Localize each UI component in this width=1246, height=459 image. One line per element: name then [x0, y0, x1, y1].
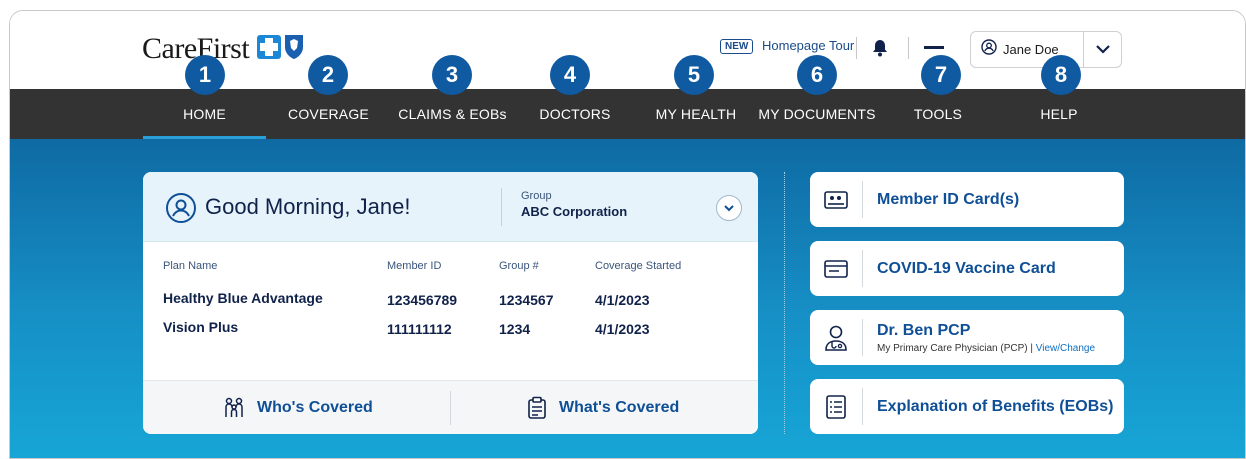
col-header-member-id: Member ID — [387, 260, 442, 272]
user-icon — [981, 39, 997, 60]
col-header-coverage-started: Coverage Started — [595, 260, 682, 272]
list-document-icon — [810, 394, 862, 419]
covid-vaccine-card-label: COVID-19 Vaccine Card — [877, 259, 1056, 277]
callout-6: 6 — [797, 55, 837, 95]
nav-doctors[interactable]: DOCTORS — [515, 89, 635, 139]
callout-2: 2 — [308, 55, 348, 95]
pcp-link[interactable]: Dr. Ben PCP My Primary Care Physician (P… — [810, 310, 1124, 365]
nav-claims-eobs[interactable]: CLAIMS & EOBs — [391, 89, 514, 139]
callout-7: 7 — [921, 55, 961, 95]
user-icon — [165, 192, 197, 229]
chevron-down-icon[interactable] — [716, 195, 742, 221]
member-id-cell: 111111112 — [387, 321, 452, 337]
pcp-name: Dr. Ben PCP — [877, 321, 971, 339]
family-icon — [225, 397, 243, 417]
eob-label: Explanation of Benefits (EOBs) — [877, 397, 1114, 415]
divider — [862, 319, 863, 356]
whos-covered-label: Who's Covered — [257, 399, 373, 416]
user-name: Jane Doe — [1003, 42, 1059, 57]
plan-name-cell: Healthy Blue Advantage — [163, 290, 323, 306]
nav-home[interactable]: HOME — [143, 89, 266, 139]
nav-my-documents[interactable]: MY DOCUMENTS — [757, 89, 877, 139]
callout-4: 4 — [550, 55, 590, 95]
carefirst-logo[interactable]: CareFirst — [142, 29, 307, 69]
card-footer: Who's Covered What's Covered — [143, 380, 758, 434]
dashboard-main: Good Morning, Jane! Group ABC Corporatio… — [10, 139, 1245, 458]
divider — [862, 181, 863, 218]
main-nav: HOME COVERAGE CLAIMS & EOBs DOCTORS MY H… — [10, 89, 1245, 139]
divider — [856, 37, 857, 59]
nav-coverage[interactable]: COVERAGE — [267, 89, 390, 139]
divider — [862, 250, 863, 287]
nav-my-health[interactable]: MY HEALTH — [636, 89, 756, 139]
browser-frame: CareFirst NEW Homepage Tour Jane Doe 1 2… — [9, 10, 1246, 459]
col-header-plan-name: Plan Name — [163, 260, 218, 272]
group-number-cell: 1234 — [499, 321, 531, 337]
card-icon — [810, 259, 862, 278]
pcp-subtitle: My Primary Care Physician (PCP) | View/C… — [877, 343, 1095, 354]
whats-covered-label: What's Covered — [559, 399, 680, 416]
bell-icon[interactable] — [872, 39, 888, 62]
chevron-down-icon[interactable] — [1083, 32, 1121, 67]
blue-cross-shield-icon — [255, 32, 307, 67]
divider — [908, 37, 909, 59]
nav-help[interactable]: HELP — [999, 89, 1119, 139]
member-id-card-link[interactable]: Member ID Card(s) — [810, 172, 1124, 227]
divider — [450, 391, 451, 425]
coverage-start-cell: 4/1/2023 — [595, 292, 650, 308]
group-number-cell: 1234567 — [499, 292, 554, 308]
member-id-cell: 123456789 — [387, 292, 458, 308]
callout-5: 5 — [674, 55, 714, 95]
pcp-info: Dr. Ben PCP My Primary Care Physician (P… — [877, 322, 1095, 354]
eob-link[interactable]: Explanation of Benefits (EOBs) — [810, 379, 1124, 434]
divider — [501, 188, 502, 226]
nav-tools[interactable]: TOOLS — [878, 89, 998, 139]
col-header-group: Group # — [499, 260, 539, 272]
plan-summary-card: Good Morning, Jane! Group ABC Corporatio… — [143, 172, 758, 434]
whats-covered-link[interactable]: What's Covered — [527, 381, 679, 434]
callout-8: 8 — [1041, 55, 1081, 95]
callout-3: 3 — [432, 55, 472, 95]
divider — [862, 388, 863, 425]
plan-name-cell: Vision Plus — [163, 319, 239, 335]
clipboard-icon — [528, 396, 546, 419]
group-label: Group — [521, 190, 552, 202]
whos-covered-link[interactable]: Who's Covered — [223, 381, 373, 434]
homepage-tour-link[interactable]: Homepage Tour — [762, 38, 854, 53]
id-card-icon — [810, 190, 862, 209]
member-id-card-label: Member ID Card(s) — [877, 190, 1020, 208]
pcp-subtitle-text: My Primary Care Physician (PCP) | — [877, 342, 1033, 354]
group-value: ABC Corporation — [521, 204, 628, 219]
doctor-icon — [810, 324, 862, 352]
view-change-pcp-link[interactable]: View/Change — [1036, 343, 1095, 354]
covid-vaccine-card-link[interactable]: COVID-19 Vaccine Card — [810, 241, 1124, 296]
coverage-start-cell: 4/1/2023 — [595, 321, 650, 337]
callout-1: 1 — [185, 55, 225, 95]
new-badge: NEW — [720, 39, 754, 54]
divider — [784, 172, 785, 434]
greeting-text: Good Morning, Jane! — [205, 194, 411, 219]
card-header: Good Morning, Jane! Group ABC Corporatio… — [143, 172, 758, 242]
